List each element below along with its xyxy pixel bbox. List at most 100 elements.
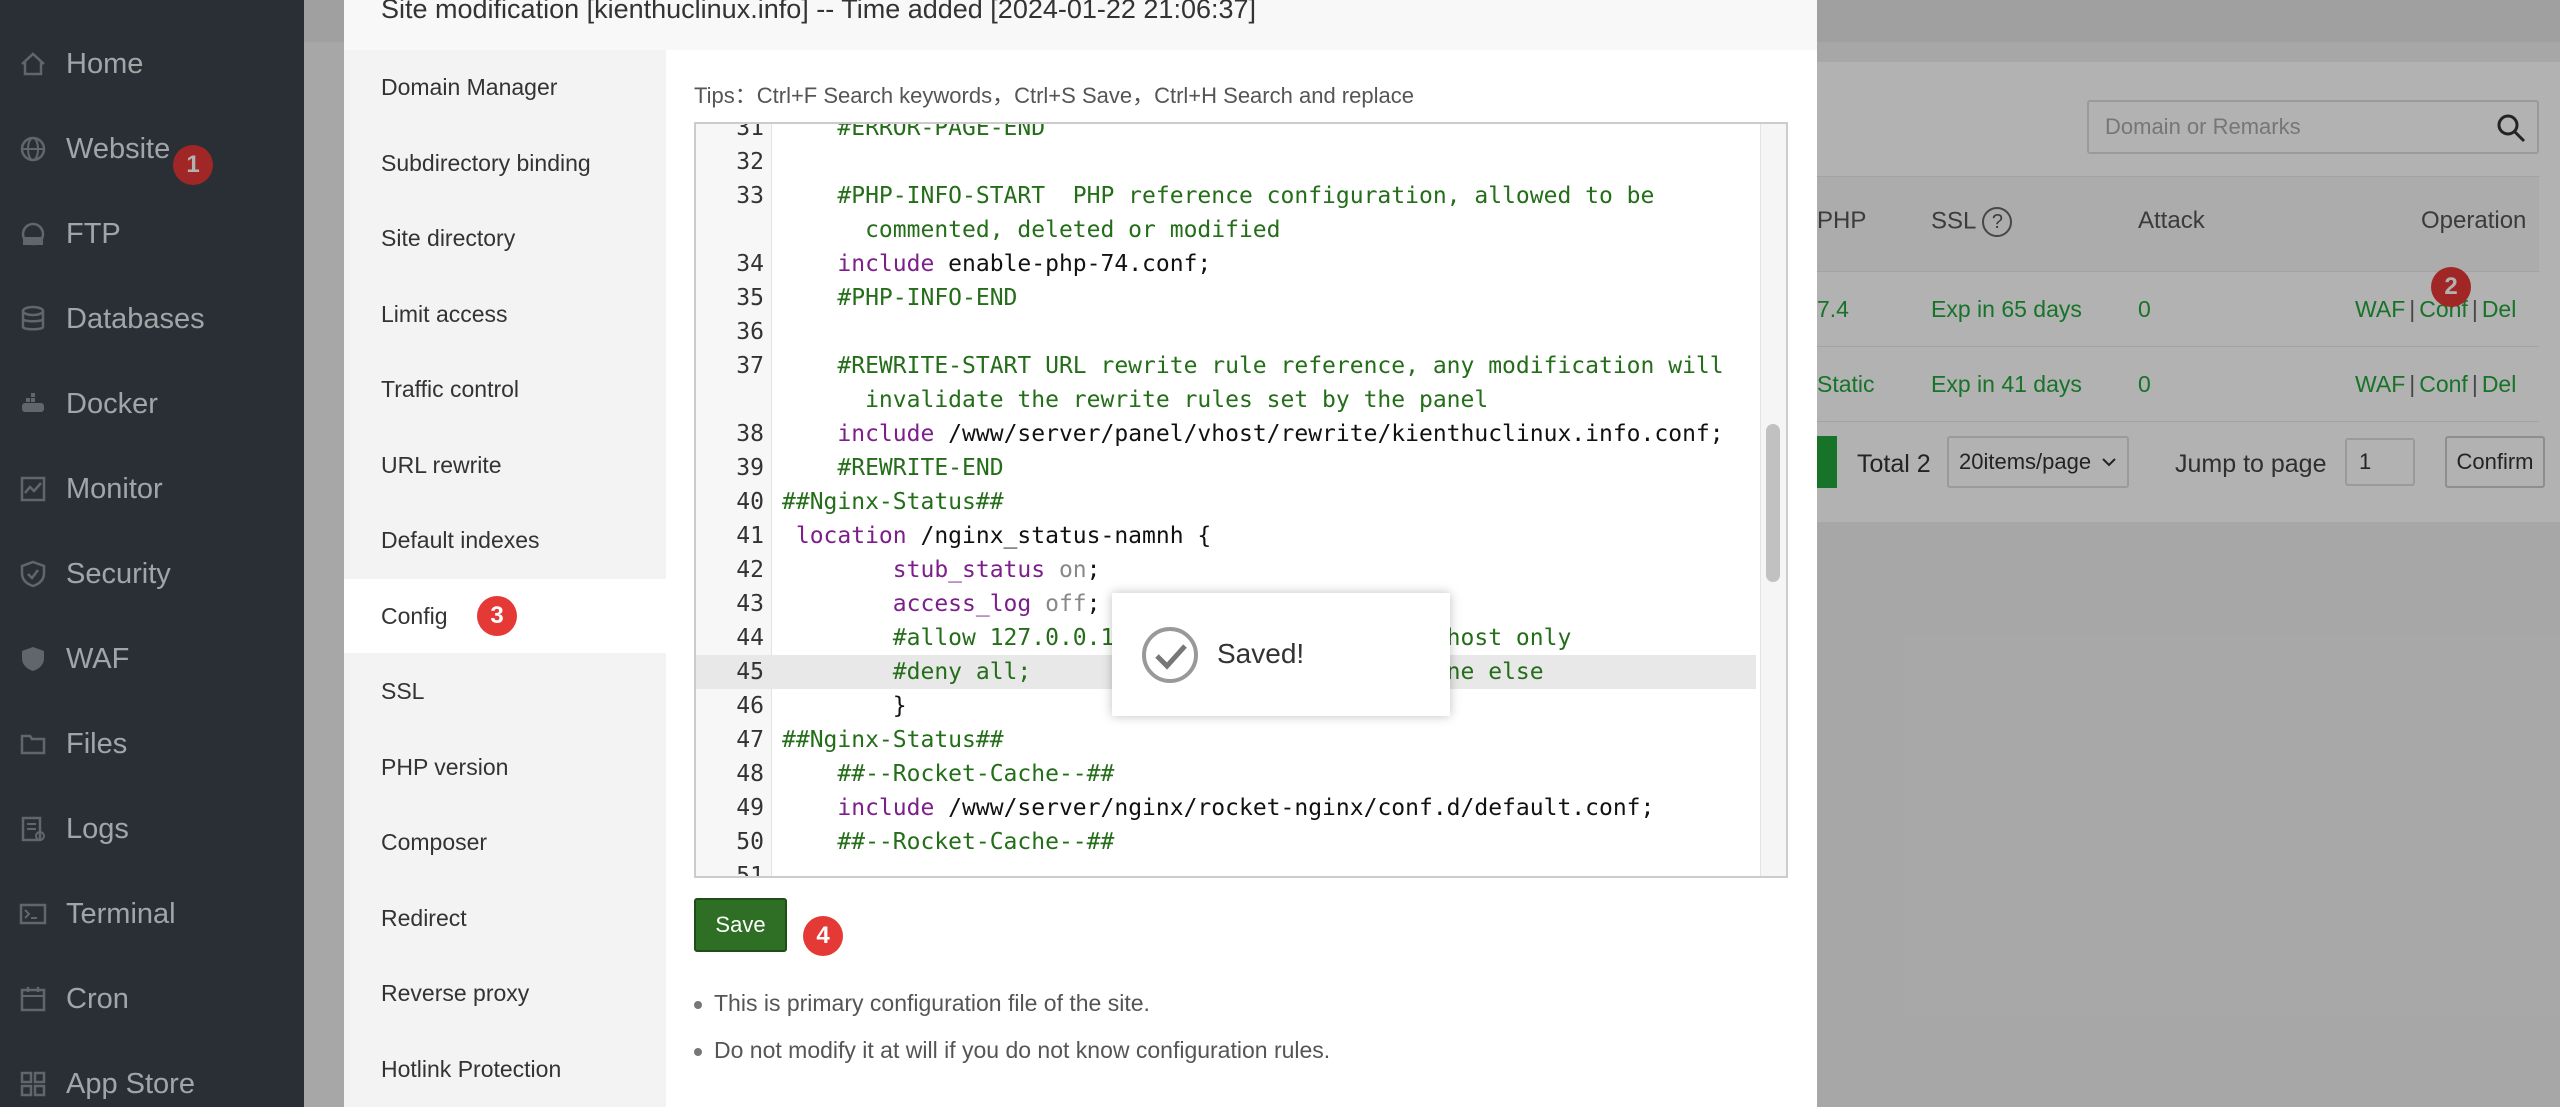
menu-item-limit-access[interactable]: Limit access [344,277,666,351]
code-line[interactable]: 47 ##Nginx-Status## [696,723,1756,757]
menu-item-label: Composer [381,829,488,855]
toast-message: Saved! [1217,638,1305,669]
menu-item-label: Subdirectory binding [381,149,591,176]
menu-item-php-version[interactable]: PHP version [344,730,666,804]
site-settings-menu: Domain Manager Subdirectory binding Site d… [344,50,666,1107]
code-editor[interactable]: 31 #ERROR-PAGE-END 32 33 #PHP-INFO-START P… [694,122,1788,878]
code-text: #REWRITE-END [782,455,1004,481]
code-text: include enable-php-74.conf; [782,251,1212,277]
code-line[interactable]: 39 #REWRITE-END [696,451,1756,485]
menu-item-subdirectory-binding[interactable]: Subdirectory binding [344,126,666,200]
code-text: ##Nginx-Status## [782,489,1004,515]
code-line[interactable]: 40 ##Nginx-Status## [696,485,1756,519]
code-line[interactable]: 32 [696,145,1756,179]
menu-item-site-directory[interactable]: Site directory [344,201,666,275]
menu-item-composer[interactable]: Composer [344,805,666,879]
menu-item-label: Reverse proxy [381,980,530,1006]
line-number: 34 [736,251,764,277]
menu-item-traffic-control[interactable]: Traffic control [344,352,666,426]
save-button[interactable]: Save [694,898,787,952]
code-line[interactable]: 51 [696,859,1756,876]
code-text: ##--Rocket-Cache--## [782,761,1115,787]
config-panel: Tips：Ctrl+F Search keywords，Ctrl+S Save，… [666,50,1817,1107]
code-text: invalidate the rewrite rules set by the … [782,387,1489,413]
line-number: 48 [736,761,764,787]
menu-item-label: Traffic control [381,376,520,402]
menu-item-label: Limit access [381,300,508,327]
code-line[interactable]: commented, deleted or modified [696,213,1756,247]
line-number: 33 [736,183,764,209]
line-number: 45 [736,659,764,685]
code-text: access_log off; [782,591,1101,617]
line-number: 41 [736,523,764,549]
code-line[interactable]: 33 #PHP-INFO-START PHP reference configu… [696,179,1756,213]
line-number: 47 [736,727,764,753]
note-item: Do not modify it at will if you do not k… [694,1037,1330,1064]
bullet [694,1000,702,1009]
bullet [694,1047,702,1056]
menu-item-hotlink-protection[interactable]: Hotlink Protection [344,1032,666,1106]
menu-item-label: SSL [381,678,425,704]
code-line[interactable]: 41 location /nginx_status-namnh { [696,519,1756,553]
site-modification-dialog: Site modification [kienthuclinux.info] -… [344,0,1817,1107]
code-line[interactable]: invalidate the rewrite rules set by the … [696,383,1756,417]
code-text: #PHP-INFO-START PHP reference configurat… [782,183,1655,209]
line-number: 44 [736,625,764,651]
note-item: This is primary configuration file of th… [694,990,1150,1017]
code-line[interactable]: 49 include /www/server/nginx/rocket-ngin… [696,791,1756,825]
line-number: 49 [736,795,764,821]
menu-item-label: Hotlink Protection [381,1055,562,1082]
code-line[interactable]: 35 #PHP-INFO-END [696,281,1756,315]
line-number: 32 [736,149,764,175]
code-text: include /www/server/panel/vhost/rewrite/… [782,421,1724,447]
menu-item-label: Domain Manager [381,74,558,100]
menu-item-label: URL rewrite [381,451,502,478]
line-number: 38 [736,421,764,447]
line-number: 37 [736,353,764,379]
menu-item-label: Default indexes [381,527,540,553]
code-line[interactable]: 42 stub_status on; [696,553,1756,587]
scrollbar-thumb[interactable] [1766,424,1780,582]
line-number: 39 [736,455,764,481]
menu-item-url-rewrite[interactable]: URL rewrite [344,428,666,502]
editor-tips: Tips：Ctrl+F Search keywords，Ctrl+S Save，… [694,83,1414,108]
menu-item-label: PHP version [381,753,509,780]
menu-item-label: Config [381,602,448,629]
line-number: 40 [736,489,764,515]
line-number: 50 [736,829,764,855]
code-text: commented, deleted or modified [782,217,1281,243]
menu-item-config[interactable]: Config 3 [344,578,666,653]
code-line[interactable]: 31 #ERROR-PAGE-END [696,122,1756,145]
menu-item-default-indexes[interactable]: Default indexes [344,503,666,577]
code-line[interactable]: 37 #REWRITE-START URL rewrite rule refer… [696,349,1756,383]
menu-item-label: Redirect [381,904,467,931]
code-line[interactable]: 48 ##--Rocket-Cache--## [696,757,1756,791]
menu-item-reverse-proxy[interactable]: Reverse proxy [344,956,666,1030]
code-text: location /nginx_status-namnh { [782,523,1212,549]
code-text: #PHP-INFO-END [782,285,1018,311]
menu-item-redirect[interactable]: Redirect [344,881,666,955]
dialog-title-bar: Site modification [kienthuclinux.info] -… [344,0,1817,50]
check-circle-icon [1142,627,1198,683]
code-text: #REWRITE-START URL rewrite rule referenc… [782,353,1724,379]
line-number: 43 [736,591,764,617]
code-text: ##Nginx-Status## [782,727,1004,753]
line-number: 35 [736,285,764,311]
code-text: #ERROR-PAGE-END [782,122,1046,141]
saved-toast: Saved! [1112,593,1450,716]
code-text: ##--Rocket-Cache--## [782,829,1115,855]
line-number: 31 [736,122,764,141]
line-number: 46 [736,693,764,719]
editor-scrollbar[interactable] [1760,124,1786,876]
line-number: 36 [736,319,764,345]
dialog-title: Site modification [kienthuclinux.info] -… [381,0,1257,24]
code-line[interactable]: 50 ##--Rocket-Cache--## [696,825,1756,859]
code-line[interactable]: 38 include /www/server/panel/vhost/rewri… [696,417,1756,451]
code-line[interactable]: 34 include enable-php-74.conf; [696,247,1756,281]
menu-item-ssl[interactable]: SSL [344,654,666,728]
code-text: } [782,693,907,719]
menu-item-domain-manager[interactable]: Domain Manager [344,50,666,124]
line-number: 42 [736,557,764,583]
step-badge-3: 3 [477,595,517,636]
code-line[interactable]: 36 [696,315,1756,349]
